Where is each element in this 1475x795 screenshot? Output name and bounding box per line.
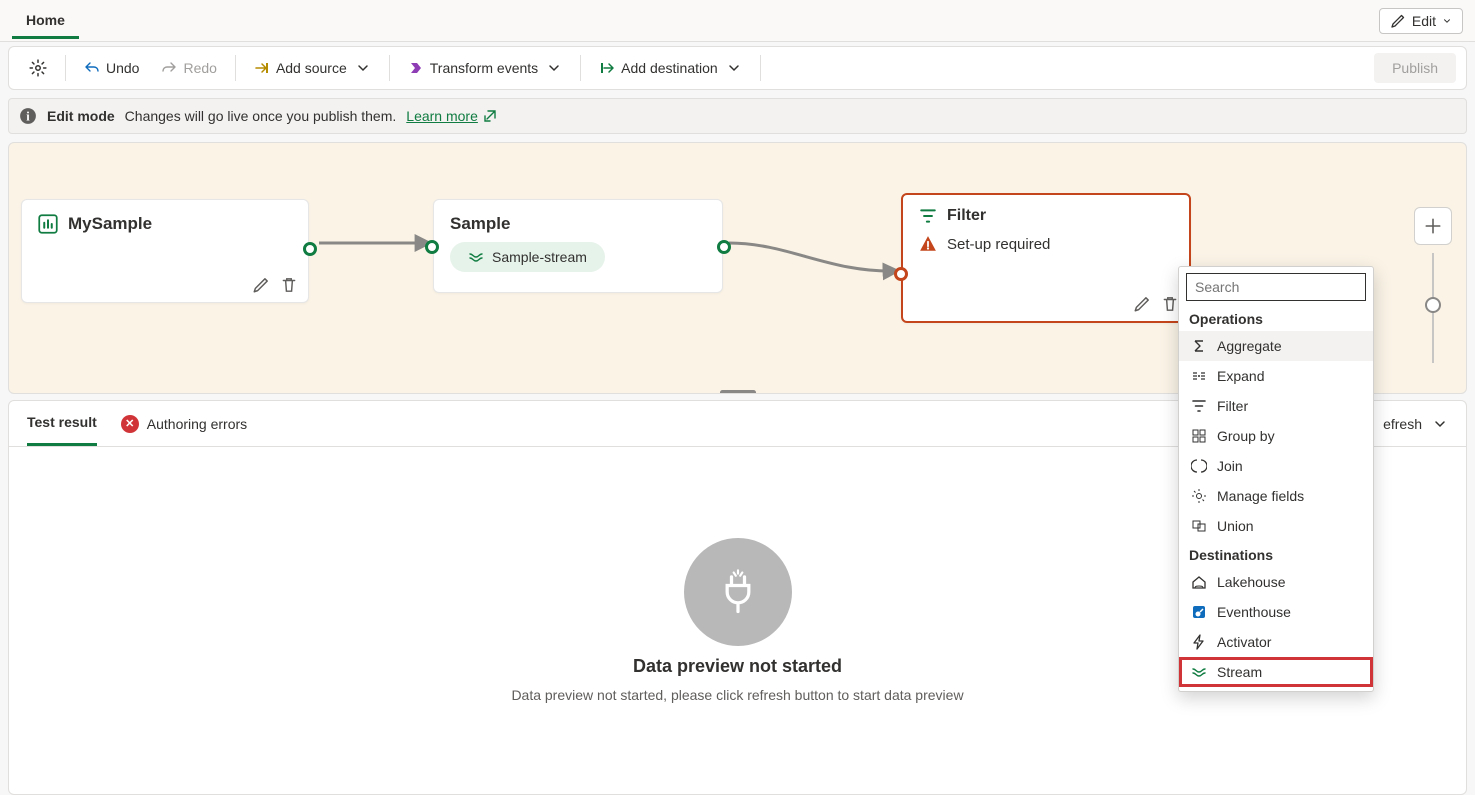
transform-events-button[interactable]: Transform events (398, 51, 572, 85)
pencil-icon[interactable] (1133, 295, 1151, 313)
search-input[interactable] (1186, 273, 1366, 301)
menu-item-manage-fields[interactable]: Manage fields (1179, 481, 1373, 511)
zoom-slider[interactable] (1432, 253, 1434, 363)
chevron-down-icon (546, 60, 562, 76)
stream-icon (1191, 664, 1207, 680)
gear-icon (29, 59, 47, 77)
undo-button[interactable]: Undo (74, 51, 149, 85)
menu-item-activator[interactable]: Activator (1179, 627, 1373, 657)
menu-item-eventhouse[interactable]: Eventhouse (1179, 597, 1373, 627)
learn-more-link[interactable]: Learn more (406, 108, 498, 124)
node-title: MySample (68, 214, 152, 234)
node-sample[interactable]: Sample Sample-stream (433, 199, 723, 293)
lakehouse-icon (1191, 574, 1207, 590)
warning-text: Set-up required (947, 236, 1050, 253)
toolbar: Undo Redo Add source Transform events Ad… (8, 46, 1467, 90)
banner-title: Edit mode (47, 108, 115, 124)
pencil-icon (1390, 13, 1406, 29)
pencil-icon[interactable] (252, 276, 270, 294)
add-destination-icon (599, 60, 615, 76)
add-destination-button[interactable]: Add destination (589, 51, 752, 85)
edit-mode-banner: Edit mode Changes will go live once you … (8, 98, 1467, 134)
activator-icon (1191, 634, 1207, 650)
menu-item-group-by[interactable]: Group by (1179, 421, 1373, 451)
warning-icon (919, 235, 937, 253)
stream-icon (468, 249, 484, 265)
chevron-down-icon (355, 60, 371, 76)
barchart-icon (38, 214, 58, 234)
redo-icon (161, 60, 177, 76)
section-destinations: Destinations (1179, 541, 1373, 567)
chevron-down-icon (726, 60, 742, 76)
union-icon (1191, 518, 1207, 534)
section-operations: Operations (1179, 305, 1373, 331)
group-icon (1191, 428, 1207, 444)
tab-test-result[interactable]: Test result (27, 401, 97, 446)
banner-message: Changes will go live once you publish th… (125, 108, 397, 124)
tab-authoring-errors[interactable]: ✕ Authoring errors (121, 401, 247, 446)
input-port[interactable] (894, 267, 908, 281)
stream-chip[interactable]: Sample-stream (450, 242, 605, 272)
node-mysample[interactable]: MySample (21, 199, 309, 303)
add-source-icon (254, 60, 270, 76)
add-source-button[interactable]: Add source (244, 51, 381, 85)
output-port[interactable] (717, 240, 731, 254)
settings-button[interactable] (19, 51, 57, 85)
chevron-down-icon (1442, 16, 1452, 26)
add-destination-label: Add destination (621, 60, 718, 76)
zoom-knob[interactable] (1425, 297, 1441, 313)
edit-button[interactable]: Edit (1379, 8, 1463, 34)
menu-item-stream[interactable]: Stream (1179, 657, 1373, 687)
menu-item-lakehouse[interactable]: Lakehouse (1179, 567, 1373, 597)
collapse-panel-button[interactable] (1432, 416, 1448, 432)
eventhouse-icon (1191, 604, 1207, 620)
node-filter[interactable]: Filter Set-up required (901, 193, 1191, 323)
edit-label: Edit (1412, 13, 1436, 29)
menu-item-aggregate[interactable]: Aggregate (1179, 331, 1373, 361)
panel-resize-handle[interactable] (720, 390, 756, 394)
redo-button[interactable]: Redo (151, 51, 226, 85)
input-port[interactable] (425, 240, 439, 254)
plug-icon (684, 538, 792, 646)
trash-icon[interactable] (1161, 295, 1179, 313)
plus-icon (1424, 217, 1442, 235)
menu-item-join[interactable]: Join (1179, 451, 1373, 481)
output-port[interactable] (303, 242, 317, 256)
chevron-down-icon (1432, 416, 1448, 432)
external-link-icon (482, 108, 498, 124)
trash-icon[interactable] (280, 276, 298, 294)
add-next-step-menu: Operations Aggregate Expand Filter Group… (1178, 266, 1374, 692)
add-source-label: Add source (276, 60, 347, 76)
menu-item-filter[interactable]: Filter (1179, 391, 1373, 421)
filter-icon (919, 207, 937, 225)
tab-home[interactable]: Home (12, 2, 79, 39)
publish-button[interactable]: Publish (1374, 53, 1456, 83)
redo-label: Redo (183, 60, 216, 76)
sigma-icon (1191, 338, 1207, 354)
empty-subtitle: Data preview not started, please click r… (511, 687, 963, 703)
transform-label: Transform events (430, 60, 538, 76)
error-icon: ✕ (121, 415, 139, 433)
transform-icon (408, 60, 424, 76)
join-icon (1191, 458, 1207, 474)
info-icon (19, 107, 37, 125)
fields-icon (1191, 488, 1207, 504)
filter-icon (1191, 398, 1207, 414)
undo-icon (84, 60, 100, 76)
expand-icon (1191, 368, 1207, 384)
refresh-button[interactable]: efresh (1383, 416, 1422, 432)
node-title: Sample (450, 214, 510, 234)
menu-item-union[interactable]: Union (1179, 511, 1373, 541)
empty-title: Data preview not started (633, 656, 842, 677)
undo-label: Undo (106, 60, 139, 76)
menu-item-expand[interactable]: Expand (1179, 361, 1373, 391)
node-title: Filter (947, 207, 986, 225)
add-node-button[interactable] (1414, 207, 1452, 245)
